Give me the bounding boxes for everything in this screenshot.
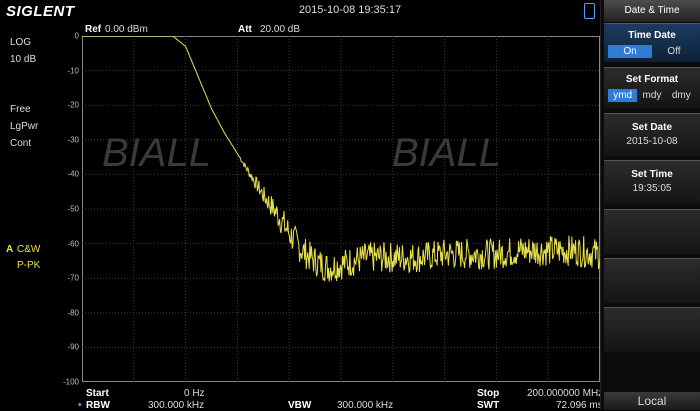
y-tick-label: -60 — [67, 239, 79, 249]
trigger-mode: Free — [10, 104, 31, 115]
sweep-mode: Cont — [10, 138, 32, 149]
empty-softkey-7[interactable] — [604, 307, 700, 352]
ref-level: 0.00 dBm — [105, 24, 148, 35]
time-date-off[interactable]: Off — [652, 45, 696, 58]
rbw-value: 300.000 kHz — [148, 400, 205, 411]
vbw-label: VBW — [288, 400, 312, 411]
swt-label: SWT — [477, 400, 500, 411]
set-date-value: 2015-10-08 — [626, 136, 678, 147]
ref-label: Ref — [85, 24, 102, 35]
format-ymd[interactable]: ymd — [608, 89, 638, 102]
local-button[interactable]: Local — [604, 392, 700, 410]
start-label: Start — [86, 388, 109, 399]
menu-title: Date & Time — [604, 0, 700, 22]
y-tick-label: -80 — [67, 308, 79, 318]
start-frequency: 0 Hz — [184, 388, 205, 399]
stop-frequency: 200.000000 MHz — [527, 388, 604, 399]
usb-icon — [584, 3, 595, 19]
y-tick-label: 0 — [74, 31, 79, 41]
y-axis-ticks: 0 -10 -20 -30 -40 -50 -60 -70 -80 -90 -100 — [48, 32, 82, 387]
empty-softkey-6[interactable] — [604, 258, 700, 303]
set-format-selector[interactable]: ymd mdy dmy — [608, 89, 696, 102]
set-date-softkey[interactable]: Set Date 2015-10-08 — [604, 113, 700, 156]
y-tick-label: -50 — [67, 204, 79, 214]
y-tick-label: -100 — [62, 377, 79, 387]
time-date-toggle[interactable]: On Off — [608, 45, 696, 58]
time-date-softkey[interactable]: Time Date On Off — [604, 23, 700, 62]
time-date-on[interactable]: On — [608, 45, 652, 58]
clock-display: 2015-10-08 19:35:17 — [298, 4, 402, 16]
set-format-label: Set Format — [625, 74, 679, 85]
watermark-logo: BIALL — [102, 131, 211, 175]
sweep-time: 72.096 ms — [556, 400, 603, 411]
y-tick-label: -40 — [67, 169, 79, 179]
vbw-value: 300.000 kHz — [337, 400, 394, 411]
scale-division: 10 dB — [10, 54, 37, 65]
format-mdy[interactable]: mdy — [637, 89, 666, 102]
y-tick-label: -70 — [67, 273, 79, 283]
average-type: LgPwr — [10, 121, 39, 132]
att-label: Att — [238, 24, 252, 35]
y-tick-label: -10 — [67, 66, 79, 76]
stop-label: Stop — [477, 388, 500, 399]
spectrum-display[interactable]: BIALL BIALL — [82, 36, 600, 382]
set-time-softkey[interactable]: Set Time 19:35:05 — [604, 160, 700, 205]
attenuation: 20.00 dB — [260, 24, 301, 35]
time-date-label: Time Date — [628, 30, 676, 41]
set-date-label: Set Date — [631, 122, 672, 133]
rbw-label: RBW — [86, 400, 110, 411]
trace-mode: C&W — [17, 244, 41, 255]
empty-softkey-5[interactable] — [604, 209, 700, 254]
y-tick-label: -30 — [67, 135, 79, 145]
trace-letter: A — [6, 244, 14, 255]
y-tick-label: -90 — [67, 342, 79, 352]
set-time-label: Set Time — [631, 169, 673, 180]
set-format-softkey[interactable]: Set Format ymd mdy dmy — [604, 67, 700, 108]
format-dmy[interactable]: dmy — [667, 89, 696, 102]
rbw-marker-icon: • — [78, 400, 82, 411]
y-tick-label: -20 — [67, 100, 79, 110]
watermark-logo: BIALL — [392, 131, 501, 175]
trace-detector: P-PK — [17, 260, 41, 271]
set-time-value: 19:35:05 — [632, 183, 672, 194]
scale-type: LOG — [10, 37, 32, 48]
